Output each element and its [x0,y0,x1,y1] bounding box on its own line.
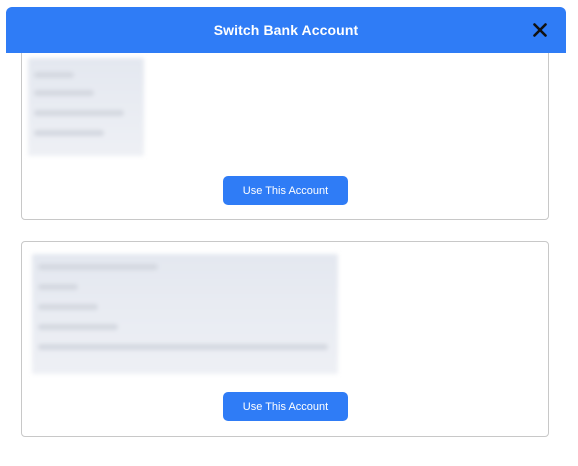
account-card: Use This Account [21,53,549,220]
modal-header: Switch Bank Account [6,7,566,53]
switch-bank-account-modal: Switch Bank Account Use This Account Use… [0,0,578,466]
modal-title: Switch Bank Account [213,22,359,38]
account-list[interactable]: Use This Account Use This Account [0,53,578,466]
use-this-account-button[interactable]: Use This Account [223,392,348,421]
account-card: Use This Account [21,241,549,437]
redacted-account-details [28,58,144,156]
redacted-account-details [32,254,338,374]
close-button[interactable] [530,20,550,40]
use-this-account-button[interactable]: Use This Account [223,176,348,205]
close-icon [533,23,547,37]
